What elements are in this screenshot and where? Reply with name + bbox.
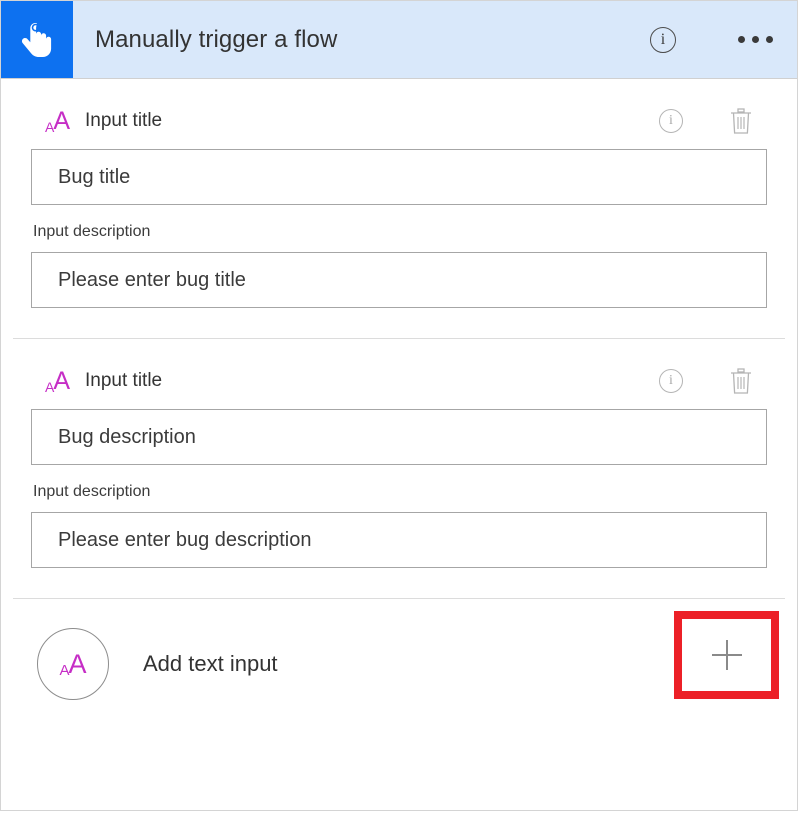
input-row-actions: i <box>659 107 767 135</box>
info-icon[interactable]: i <box>659 109 683 133</box>
info-icon-glyph: i <box>660 30 666 48</box>
text-input-icon: A A <box>37 628 109 700</box>
input-title-field[interactable]: Bug title <box>31 149 767 205</box>
input-description-field[interactable]: Please enter bug description <box>31 512 767 568</box>
add-text-input-button[interactable] <box>674 611 779 699</box>
info-icon[interactable]: i <box>659 369 683 393</box>
input-title-label: Input title <box>85 370 163 391</box>
info-icon[interactable]: i <box>650 26 676 53</box>
ellipsis-dot <box>766 36 773 43</box>
tap-hand-icon <box>1 1 73 78</box>
input-title-field[interactable]: Bug description <box>31 409 767 465</box>
input-title-row: A A Input title i <box>31 79 767 149</box>
input-title-row: A A Input title i <box>31 339 767 409</box>
text-input-icon-glyphs: A A <box>59 648 87 679</box>
info-icon-glyph: i <box>669 373 673 388</box>
text-input-icon: A A <box>45 106 79 135</box>
text-input-icon-large-a: A <box>53 366 71 395</box>
ellipsis-icon[interactable] <box>738 36 773 43</box>
ellipsis-dot <box>752 36 759 43</box>
manually-trigger-flow-card: Manually trigger a flow i A A Input titl… <box>0 0 798 811</box>
text-input-icon-large-a: A <box>68 648 87 679</box>
card-body: A A Input title i Bug title Input descri… <box>1 79 797 729</box>
input-description-label: Input description <box>33 483 151 500</box>
info-icon-glyph: i <box>669 113 673 128</box>
ellipsis-dot <box>738 36 745 43</box>
input-title-label: Input title <box>85 110 163 131</box>
input-row-actions: i <box>659 367 767 395</box>
input-description-label: Input description <box>33 223 151 240</box>
text-input-icon: A A <box>45 366 79 395</box>
header-actions: i <box>650 26 797 53</box>
add-text-input-row[interactable]: A A Add text input <box>1 599 797 729</box>
text-input-section: A A Input title i <box>1 339 797 598</box>
page-title: Manually trigger a flow <box>95 25 338 53</box>
trash-icon[interactable] <box>729 107 753 135</box>
plus-icon <box>711 640 742 670</box>
card-header[interactable]: Manually trigger a flow i <box>1 1 797 79</box>
input-description-field[interactable]: Please enter bug title <box>31 252 767 308</box>
trash-icon[interactable] <box>729 367 753 395</box>
text-input-section: A A Input title i <box>1 79 797 338</box>
text-input-icon-large-a: A <box>53 106 71 135</box>
